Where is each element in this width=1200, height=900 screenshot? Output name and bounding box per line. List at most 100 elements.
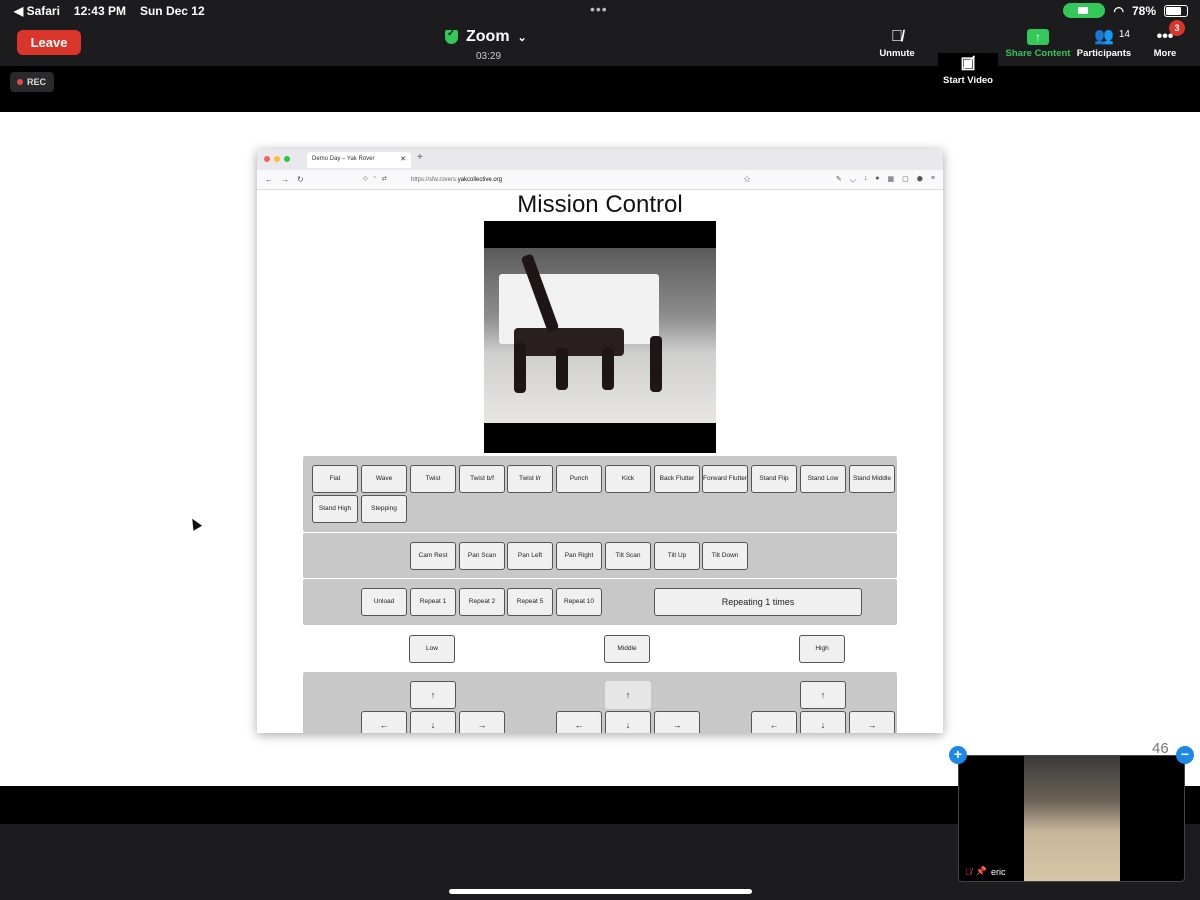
participant-label: 🎙̸ 📌 eric [965, 866, 1005, 877]
pad1-down-button[interactable]: ↓ [410, 711, 456, 733]
pad1-left-button[interactable]: ← [361, 711, 407, 733]
unload-button[interactable]: Unload [361, 588, 407, 616]
sidebar-icon[interactable]: ▢ [902, 175, 909, 183]
meeting-title-text: Zoom [466, 28, 510, 45]
repeat-1-button[interactable]: Repeat 1 [410, 588, 456, 616]
gait-button-stand-middle[interactable]: Stand Middle [849, 465, 895, 493]
maximize-window-dot[interactable] [284, 156, 290, 162]
gait-button-wave[interactable]: Wave [361, 465, 407, 493]
participants-label: Participants [1076, 48, 1132, 59]
meeting-timer: 03:29 [476, 51, 502, 62]
leave-button[interactable]: Leave [17, 30, 81, 55]
bookmark-star-icon[interactable]: ☆ [743, 174, 751, 185]
share-content-button[interactable]: ↑ Share Content [1003, 26, 1073, 59]
pan-scan-button[interactable]: Pan Scan [459, 542, 505, 570]
download-icon[interactable]: ↓ [864, 175, 868, 183]
reload-icon[interactable]: ↻ [297, 175, 304, 184]
tab-title: Demo Day – Yak Rover [312, 156, 375, 162]
pad3-down-button[interactable]: ↓ [800, 711, 846, 733]
battery-percent: 78% [1131, 3, 1156, 18]
tools-icon[interactable]: ✎ [836, 175, 842, 183]
pad2-right-button[interactable]: → [654, 711, 700, 733]
pad2-up-button[interactable]: ↑ [605, 681, 651, 709]
gait-button-stepping[interactable]: Stepping [361, 495, 407, 523]
pad3-left-button[interactable]: ← [751, 711, 797, 733]
pan-right-button[interactable]: Pan Right [556, 542, 602, 570]
robot-leg [650, 336, 662, 392]
more-label: More [1153, 48, 1177, 59]
tilt-scan-button[interactable]: Tilt Scan [605, 542, 651, 570]
gait-button-stand-high[interactable]: Stand High [312, 495, 358, 523]
height-middle-button[interactable]: Middle [604, 635, 650, 663]
gait-button-twist[interactable]: Twist [410, 465, 456, 493]
browser-tab[interactable]: Demo Day – Yak Rover ✕ [307, 152, 411, 168]
unmute-label: Unmute [879, 48, 915, 59]
height-low-button[interactable]: Low [409, 635, 455, 663]
account-icon[interactable]: ● [875, 175, 879, 183]
pad3-up-button[interactable]: ↑ [800, 681, 846, 709]
forward-arrow-icon[interactable]: → [281, 175, 289, 184]
ellipsis-icon: ••• 3 [1147, 20, 1185, 48]
share-arrow-icon: ↑ [1027, 29, 1049, 45]
extension-icon[interactable]: ▦ [888, 175, 895, 183]
wifi-icon: ◠ [1113, 3, 1124, 18]
tab-close-icon[interactable]: ✕ [400, 155, 406, 163]
participants-button[interactable]: 👥 14 Participants [1074, 26, 1134, 59]
url-prefix: https://sfw.rovers. [411, 177, 458, 183]
repeat-panel: Unload Repeat 1 Repeat 2 Repeat 5 Repeat… [303, 579, 897, 625]
people-icon: 👥 14 [1074, 26, 1134, 48]
meeting-title[interactable]: Zoom ⌄ [445, 28, 527, 46]
battery-fill [1166, 6, 1181, 15]
repeat-5-button[interactable]: Repeat 5 [507, 588, 553, 616]
robot-leg [514, 343, 526, 393]
unmute-button[interactable]: 🎙̸ Unmute [874, 26, 920, 59]
repeat-status: Repeating 1 times [654, 588, 862, 616]
repeat-10-button[interactable]: Repeat 10 [556, 588, 602, 616]
back-to-safari-link[interactable]: ◀ Safari [14, 4, 60, 18]
expand-thumbnail-button[interactable]: + [949, 746, 967, 764]
gait-button-twist-bf[interactable]: Twist b/f [459, 465, 505, 493]
robot-leg [602, 348, 614, 390]
gait-button-twist-lr[interactable]: Twist l/r [507, 465, 553, 493]
recording-indicator: REC [10, 72, 54, 92]
minimize-window-dot[interactable] [274, 156, 280, 162]
gait-button-punch[interactable]: Punch [556, 465, 602, 493]
more-button[interactable]: ••• 3 More [1147, 20, 1185, 59]
gait-button-back-flutter[interactable]: Back Flutter [654, 465, 700, 493]
video-off-icon: ▣̸ [960, 55, 976, 72]
pan-left-button[interactable]: Pan Left [507, 542, 553, 570]
ios-status-bar: ◀ Safari 12:43 PM Sun Dec 12 ••• ◠ 78% [0, 0, 1200, 22]
pad3-right-button[interactable]: → [849, 711, 895, 733]
video-thumbnail[interactable]: 🎙̸ 📌 eric [958, 755, 1185, 882]
menu-icon[interactable]: ≡ [931, 175, 935, 183]
tilt-down-button[interactable]: Tilt Down [702, 542, 748, 570]
pad2-left-button[interactable]: ← [556, 711, 602, 733]
multitasking-dots-icon[interactable]: ••• [590, 1, 608, 17]
back-arrow-icon[interactable]: ← [265, 175, 273, 184]
repeat-2-button[interactable]: Repeat 2 [459, 588, 505, 616]
participant-name: eric [990, 866, 1006, 877]
cam-rest-button[interactable]: Cam Rest [410, 542, 456, 570]
minimize-thumbnail-button[interactable]: − [1176, 746, 1194, 764]
addon-icon[interactable]: ⬢ [917, 175, 923, 183]
shared-browser-window: Demo Day – Yak Rover ✕ + ← → ↻ ◇ ▫ ⇄ htt… [257, 149, 943, 733]
new-tab-icon[interactable]: + [417, 152, 423, 163]
gait-button-stand-flip[interactable]: Stand Flip [751, 465, 797, 493]
close-window-dot[interactable] [264, 156, 270, 162]
home-indicator[interactable] [449, 889, 752, 894]
tilt-up-button[interactable]: Tilt Up [654, 542, 700, 570]
pin-icon: 📌 [975, 866, 987, 876]
gait-button-flat[interactable]: Flat [312, 465, 358, 493]
gait-button-stand-low[interactable]: Stand Low [800, 465, 846, 493]
gait-button-forward-flutter[interactable]: Forward Flutter [702, 465, 748, 493]
address-bar[interactable]: https://sfw.rovers.yakcollective.org [357, 173, 757, 187]
pad1-right-button[interactable]: → [459, 711, 505, 733]
height-high-button[interactable]: High [799, 635, 845, 663]
browser-nav-bar: ← → ↻ ◇ ▫ ⇄ https://sfw.rovers.yakcollec… [257, 170, 943, 190]
notification-badge: 3 [1169, 20, 1185, 36]
pad2-down-button[interactable]: ↓ [605, 711, 651, 733]
gait-button-kick[interactable]: Kick [605, 465, 651, 493]
mic-muted-icon: 🎙̸ [891, 28, 903, 45]
pad1-up-button[interactable]: ↑ [410, 681, 456, 709]
pocket-icon[interactable]: ◡ [850, 175, 856, 183]
